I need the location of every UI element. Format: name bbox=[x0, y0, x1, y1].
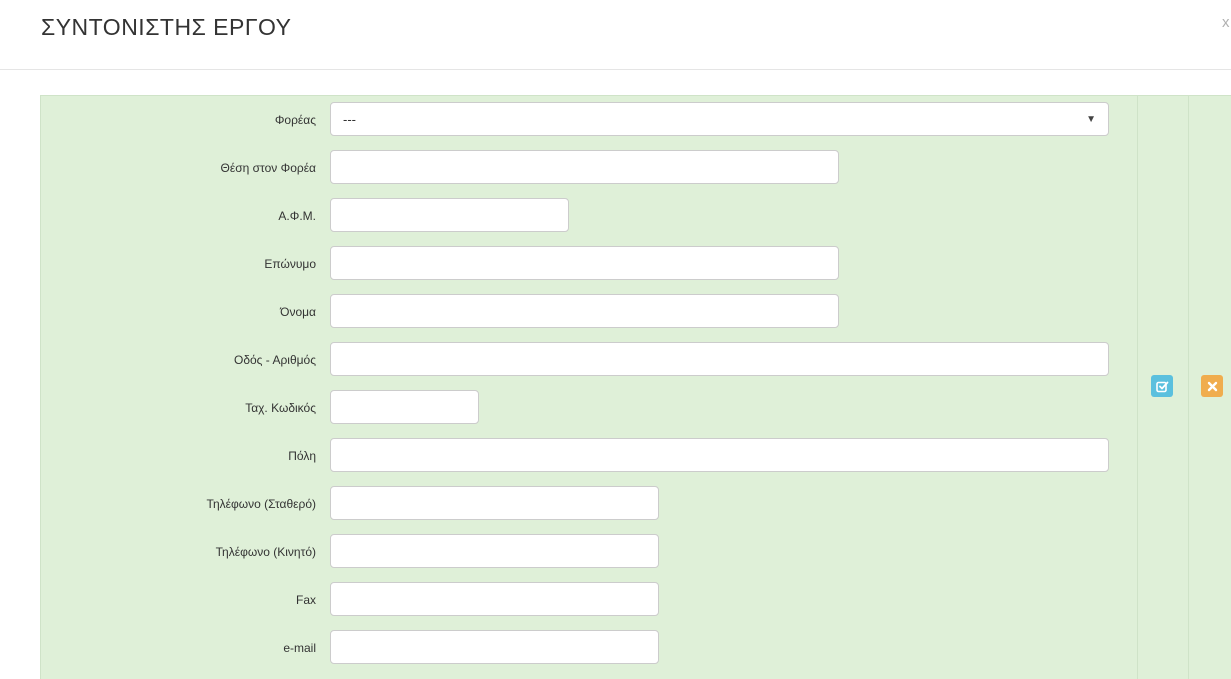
poli-label: Πόλη bbox=[288, 449, 316, 463]
eponymo-label: Επώνυμο bbox=[264, 257, 316, 271]
edit-button[interactable] bbox=[1151, 375, 1173, 397]
email-label: e-mail bbox=[283, 641, 316, 655]
email-input[interactable] bbox=[330, 630, 659, 664]
modal-title: ΣΥΝΤΟΝΙΣΤΗΣ ΕΡΓΟΥ bbox=[41, 14, 292, 40]
afm-label: Α.Φ.Μ. bbox=[278, 209, 316, 223]
tilefono-kinito-input[interactable] bbox=[330, 534, 659, 568]
onoma-input[interactable] bbox=[330, 294, 839, 328]
tk-input[interactable] bbox=[330, 390, 479, 424]
column-divider bbox=[1137, 95, 1138, 679]
thesi-input[interactable] bbox=[330, 150, 839, 184]
tilefono-kinito-label: Τηλέφωνο (Κινητό) bbox=[215, 545, 316, 559]
tilefono-stathero-input[interactable] bbox=[330, 486, 659, 520]
delete-button[interactable] bbox=[1201, 375, 1223, 397]
odos-input[interactable] bbox=[330, 342, 1109, 376]
foreas-label: Φορέας bbox=[274, 113, 316, 127]
tk-label: Ταχ. Κωδικός bbox=[245, 401, 316, 415]
poli-input[interactable] bbox=[330, 438, 1109, 472]
modal-header: ΣΥΝΤΟΝΙΣΤΗΣ ΕΡΓΟΥ x bbox=[0, 0, 1231, 70]
close-button[interactable]: x bbox=[1222, 14, 1230, 31]
column-divider bbox=[1188, 95, 1189, 679]
foreas-selected-value: --- bbox=[343, 111, 356, 127]
afm-input[interactable] bbox=[330, 198, 569, 232]
foreas-select[interactable]: --- ▼ bbox=[330, 102, 1109, 136]
odos-label: Οδός - Αριθμός bbox=[233, 353, 316, 367]
tilefono-stathero-label: Τηλέφωνο (Σταθερό) bbox=[206, 497, 317, 511]
fax-label: Fax bbox=[295, 593, 316, 607]
chevron-down-icon: ▼ bbox=[1086, 113, 1096, 125]
onoma-label: Όνομα bbox=[280, 305, 316, 319]
edit-icon bbox=[1155, 381, 1168, 392]
fax-input[interactable] bbox=[330, 582, 659, 616]
times-icon bbox=[1207, 381, 1217, 391]
thesi-label: Θέση στον Φορέα bbox=[220, 161, 316, 175]
eponymo-input[interactable] bbox=[330, 246, 839, 280]
